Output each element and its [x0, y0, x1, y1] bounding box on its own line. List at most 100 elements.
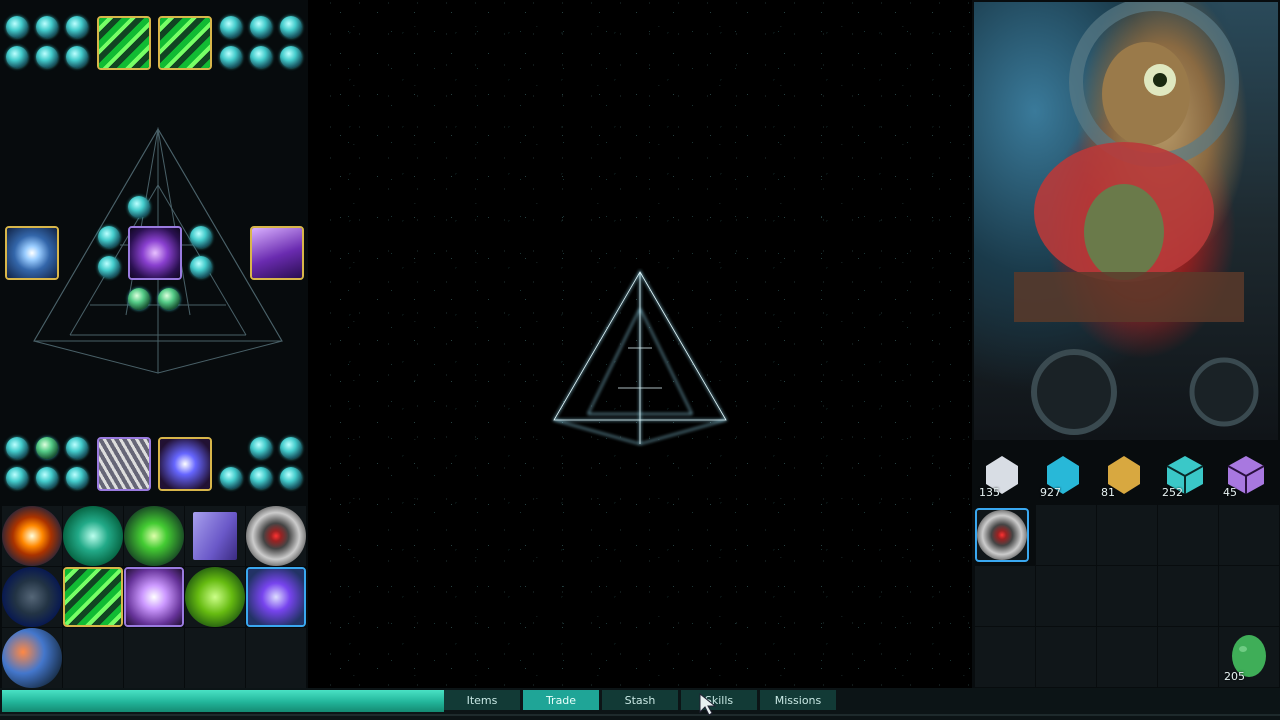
inventory-cell[interactable] — [124, 628, 184, 688]
inventory-cell[interactable] — [2, 567, 62, 627]
resource-count: 135 — [979, 486, 1000, 499]
trade-cell[interactable] — [1219, 566, 1279, 626]
upgrade-orb[interactable] — [280, 46, 302, 68]
inventory-cell[interactable] — [246, 628, 306, 688]
green-cannon-icon — [160, 18, 210, 68]
side-slot-right[interactable] — [250, 226, 304, 280]
green-vortex-icon — [63, 506, 123, 566]
ship-loadout-panel — [0, 0, 308, 688]
trade-cell[interactable] — [1219, 505, 1279, 565]
weapon-slot-cannon[interactable] — [158, 16, 212, 70]
module-orb[interactable] — [128, 288, 150, 310]
egg-count: 205 — [1224, 670, 1245, 683]
upgrade-orb[interactable] — [250, 467, 272, 489]
inventory-cell[interactable] — [185, 506, 245, 566]
trade-cell[interactable] — [1036, 566, 1096, 626]
inventory-cell[interactable] — [246, 567, 306, 627]
trader-portrait — [974, 0, 1278, 440]
weapon-slot-cannon[interactable] — [97, 16, 151, 70]
mech-gear-icon — [977, 510, 1027, 560]
module-orb[interactable] — [98, 256, 120, 278]
planet-swirl-icon — [2, 628, 62, 688]
inventory-cell[interactable] — [124, 506, 184, 566]
resource-count: 252 — [1162, 486, 1183, 499]
upgrade-orb[interactable] — [280, 467, 302, 489]
green-nebula-icon — [124, 506, 184, 566]
trade-cell[interactable] — [975, 627, 1035, 687]
upgrade-orb[interactable] — [66, 16, 88, 38]
green-swirl-icon — [185, 567, 245, 627]
inventory-cell[interactable] — [63, 506, 123, 566]
inventory-cell[interactable] — [63, 628, 123, 688]
swirl-module-icon — [160, 439, 210, 489]
core-slot[interactable] — [128, 226, 182, 280]
upgrade-orb[interactable] — [66, 467, 88, 489]
mech-orb-icon — [246, 506, 306, 566]
trade-cell[interactable] — [1158, 505, 1218, 565]
green-cannon-icon — [99, 18, 149, 68]
resource-count: 81 — [1101, 486, 1115, 499]
tab-skills[interactable]: Skills — [681, 690, 757, 710]
progress-fill — [2, 690, 444, 712]
upgrade-orb[interactable] — [220, 46, 242, 68]
trade-cell[interactable] — [975, 508, 1029, 562]
upgrade-orb[interactable] — [280, 437, 302, 459]
upgrade-orb[interactable] — [220, 467, 242, 489]
module-orb[interactable] — [190, 256, 212, 278]
trade-cell[interactable] — [975, 566, 1035, 626]
galaxy-icon — [2, 506, 62, 566]
tab-stash[interactable]: Stash — [602, 690, 678, 710]
turtle-trader-icon — [1014, 0, 1259, 435]
upgrade-orb[interactable] — [36, 437, 58, 459]
upgrade-orb[interactable] — [66, 437, 88, 459]
upgrade-orb[interactable] — [6, 437, 28, 459]
upgrade-orb[interactable] — [6, 467, 28, 489]
mouse-cursor-icon — [699, 692, 717, 716]
resource-count: 45 — [1223, 486, 1237, 499]
inventory-cell[interactable] — [2, 506, 62, 566]
module-orb[interactable] — [128, 196, 150, 218]
upgrade-orb[interactable] — [36, 16, 58, 38]
side-slot-left[interactable] — [5, 226, 59, 280]
trade-cell[interactable] — [1158, 627, 1218, 687]
trade-cell[interactable] — [1097, 627, 1157, 687]
upgrade-orb[interactable] — [6, 46, 28, 68]
armor-slot[interactable] — [97, 437, 151, 491]
lens-icon — [126, 569, 182, 625]
upgrade-orb[interactable] — [66, 46, 88, 68]
purple-core-icon — [130, 228, 180, 278]
purple-tube-icon — [252, 228, 302, 278]
trade-cell[interactable] — [1097, 505, 1157, 565]
tab-items[interactable]: Items — [444, 690, 520, 710]
egg-highlight — [1239, 646, 1247, 652]
trade-cell[interactable] — [1036, 505, 1096, 565]
upgrade-orb[interactable] — [36, 46, 58, 68]
upgrade-orb[interactable] — [280, 16, 302, 38]
inventory-cell[interactable] — [63, 567, 123, 627]
green-cannon-icon — [65, 569, 121, 625]
inventory-cell[interactable] — [185, 628, 245, 688]
trade-cell[interactable] — [1158, 566, 1218, 626]
upgrade-orb[interactable] — [250, 16, 272, 38]
tab-missions[interactable]: Missions — [760, 690, 836, 710]
trade-cell[interactable] — [1036, 627, 1096, 687]
shield-slot[interactable] — [158, 437, 212, 491]
blue-purple-orb-icon — [248, 569, 304, 625]
module-orb[interactable] — [158, 288, 180, 310]
upgrade-orb[interactable] — [220, 16, 242, 38]
inventory-cell[interactable] — [185, 567, 245, 627]
upgrade-orb[interactable] — [36, 467, 58, 489]
inventory-cell[interactable] — [124, 567, 184, 627]
upgrade-orb[interactable] — [6, 16, 28, 38]
tab-trade[interactable]: Trade — [523, 690, 599, 710]
inventory-cell[interactable] — [246, 506, 306, 566]
trade-cell[interactable] — [1097, 566, 1157, 626]
nebula-module-icon — [7, 228, 57, 278]
module-orb[interactable] — [190, 226, 212, 248]
player-ship-icon[interactable] — [548, 268, 732, 450]
inventory-cell[interactable] — [2, 628, 62, 688]
module-orb[interactable] — [98, 226, 120, 248]
upgrade-orb[interactable] — [250, 437, 272, 459]
upgrade-orb[interactable] — [250, 46, 272, 68]
resource-count: 927 — [1040, 486, 1061, 499]
